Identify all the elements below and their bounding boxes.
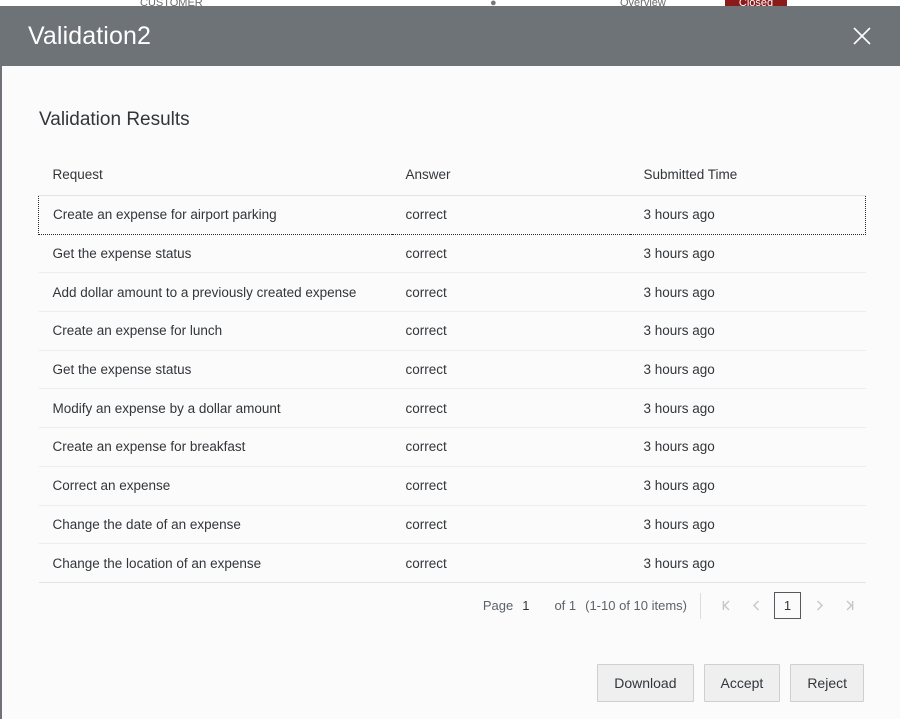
table-row[interactable]: Add dollar amount to a previously create… (39, 273, 866, 312)
cell-request: Create an expense for airport parking (39, 196, 392, 235)
cell-request: Create an expense for breakfast (39, 428, 392, 467)
validation-results-table: Request Answer Submitted Time Create an … (38, 167, 866, 583)
pagination-items-label: (1-10 of 10 items) (585, 598, 687, 613)
pagination-divider (700, 593, 701, 619)
table-row[interactable]: Correct an expensecorrect3 hours ago (39, 466, 866, 505)
cell-answer: correct (392, 350, 630, 389)
cell-request: Create an expense for lunch (39, 312, 392, 351)
pagination-page-label: Page (483, 598, 513, 613)
cell-submitted-time: 3 hours ago (630, 234, 866, 273)
table-row[interactable]: Change the location of an expensecorrect… (39, 544, 866, 583)
table-row[interactable]: Create an expense for breakfastcorrect3 … (39, 428, 866, 467)
cell-submitted-time: 3 hours ago (630, 544, 866, 583)
table-row[interactable]: Change the date of an expensecorrect3 ho… (39, 505, 866, 544)
cell-request: Correct an expense (39, 466, 392, 505)
cell-answer: correct (392, 312, 630, 351)
validation-dialog: Validation2 Validation Results Request A… (0, 6, 900, 719)
download-button[interactable]: Download (597, 664, 693, 702)
column-header-request[interactable]: Request (39, 167, 392, 196)
cell-request: Add dollar amount to a previously create… (39, 273, 392, 312)
cell-answer: correct (392, 273, 630, 312)
last-page-icon[interactable] (834, 591, 864, 621)
cell-submitted-time: 3 hours ago (630, 505, 866, 544)
page-title: Validation Results (38, 66, 864, 131)
close-icon[interactable] (842, 16, 882, 56)
cell-request: Change the date of an expense (39, 505, 392, 544)
first-page-icon[interactable] (711, 591, 741, 621)
cell-request: Modify an expense by a dollar amount (39, 389, 392, 428)
column-header-submitted-time[interactable]: Submitted Time (630, 167, 866, 196)
reject-button[interactable]: Reject (790, 664, 864, 702)
table-row[interactable]: Modify an expense by a dollar amountcorr… (39, 389, 866, 428)
cell-answer: correct (392, 234, 630, 273)
table-row[interactable]: Get the expense statuscorrect3 hours ago (39, 350, 866, 389)
cell-submitted-time: 3 hours ago (630, 196, 866, 235)
dialog-body: Validation Results Request Answer Submit… (2, 66, 900, 719)
table-body: Create an expense for airport parkingcor… (39, 196, 866, 583)
cell-answer: correct (392, 389, 630, 428)
cell-submitted-time: 3 hours ago (630, 389, 866, 428)
cell-request: Change the location of an expense (39, 544, 392, 583)
cell-request: Get the expense status (39, 234, 392, 273)
table-header-row: Request Answer Submitted Time (39, 167, 866, 196)
cell-submitted-time: 3 hours ago (630, 466, 866, 505)
dialog-title: Validation2 (28, 22, 151, 51)
table-row[interactable]: Create an expense for airport parkingcor… (39, 196, 866, 235)
table-header: Request Answer Submitted Time (39, 167, 866, 196)
cell-answer: correct (392, 505, 630, 544)
pagination-page-value[interactable]: 1 (522, 598, 529, 613)
previous-page-icon[interactable] (741, 591, 771, 621)
cell-submitted-time: 3 hours ago (630, 273, 866, 312)
next-page-icon[interactable] (804, 591, 834, 621)
pagination-current-page[interactable]: 1 (774, 592, 801, 619)
cell-submitted-time: 3 hours ago (630, 350, 866, 389)
column-header-answer[interactable]: Answer (392, 167, 630, 196)
pagination-of-label: of 1 (554, 598, 576, 613)
cell-answer: correct (392, 196, 630, 235)
cell-submitted-time: 3 hours ago (630, 428, 866, 467)
dialog-header: Validation2 (2, 6, 900, 66)
cell-answer: correct (392, 544, 630, 583)
cell-answer: correct (392, 428, 630, 467)
cell-submitted-time: 3 hours ago (630, 312, 866, 351)
cell-request: Get the expense status (39, 350, 392, 389)
pagination-bar: Page 1 of 1 (1-10 of 10 items) 1 (38, 583, 865, 629)
table-row[interactable]: Get the expense statuscorrect3 hours ago (39, 234, 866, 273)
table-row[interactable]: Create an expense for lunchcorrect3 hour… (39, 312, 866, 351)
accept-button[interactable]: Accept (704, 664, 781, 702)
dialog-footer: Download Accept Reject (597, 647, 864, 719)
cell-answer: correct (392, 466, 630, 505)
